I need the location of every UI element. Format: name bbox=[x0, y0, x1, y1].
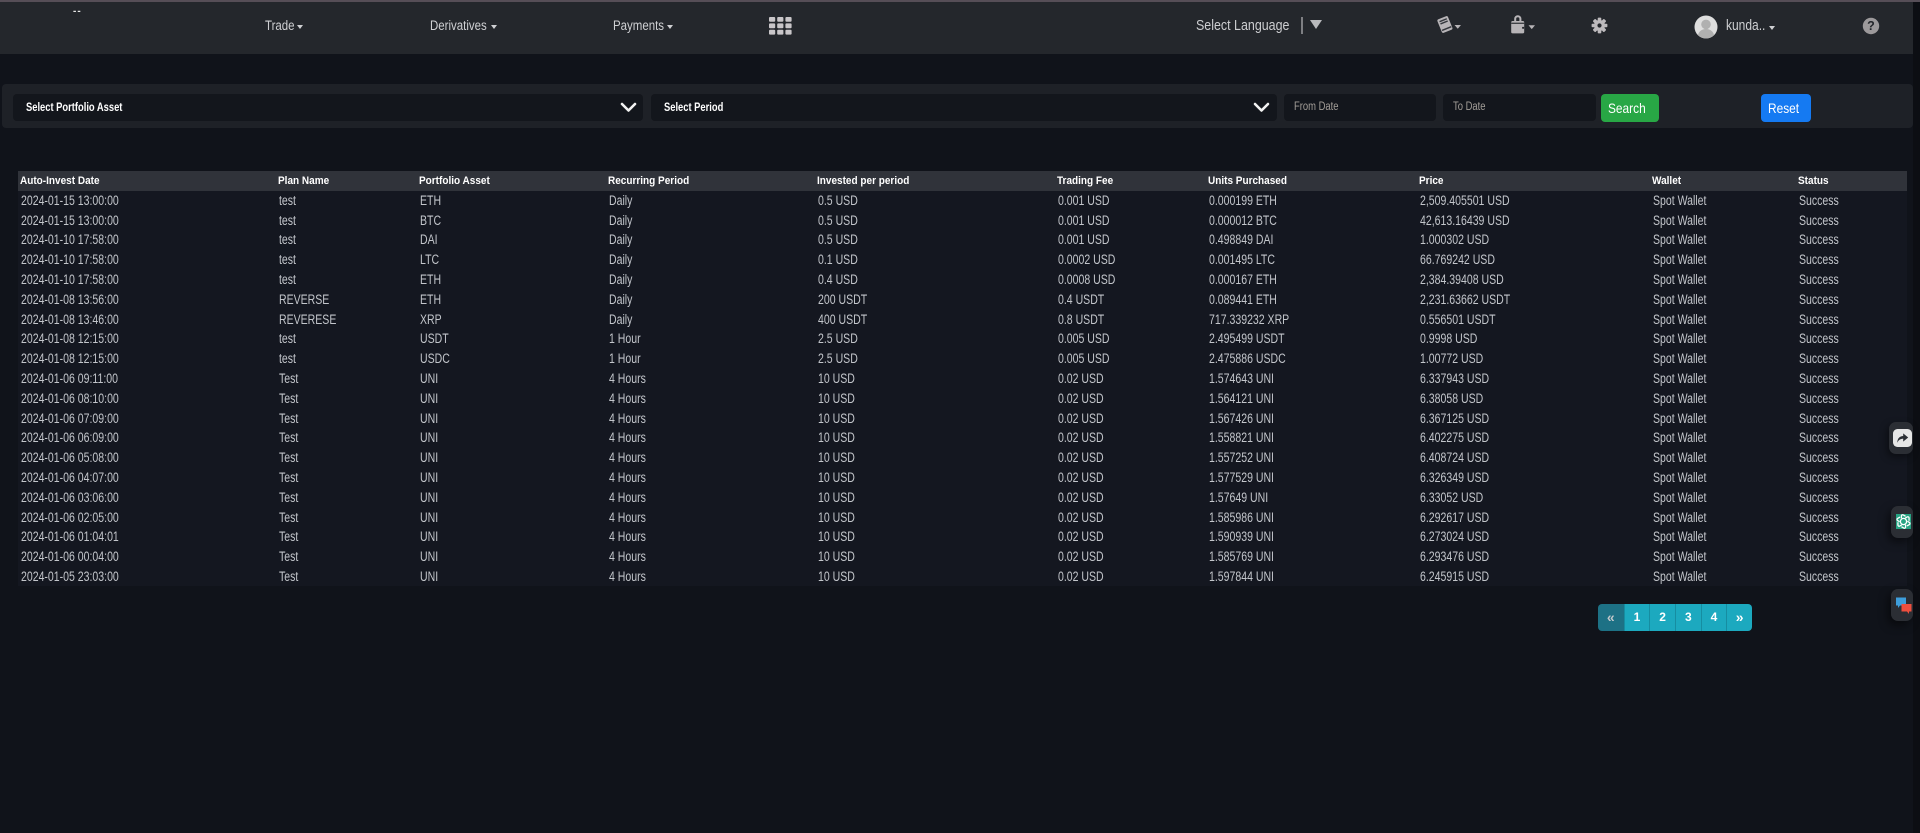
svg-text:?: ? bbox=[1867, 19, 1875, 33]
